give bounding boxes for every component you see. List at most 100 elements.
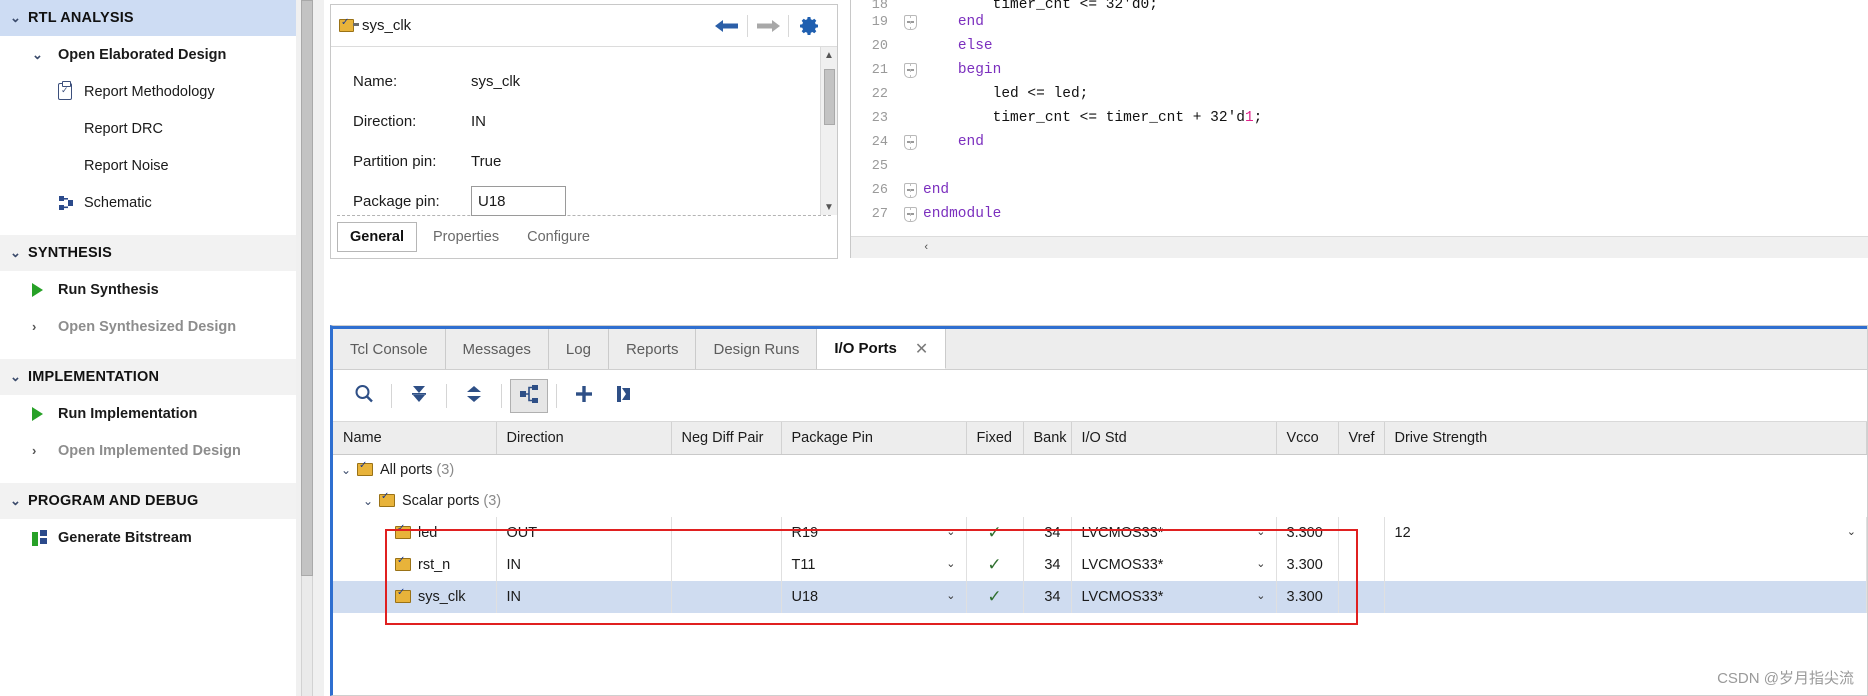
chevron-down-icon[interactable]: ⌄: [10, 369, 28, 385]
cell-fixed[interactable]: ✓: [966, 516, 1024, 549]
chevron-down-icon[interactable]: ⌄: [32, 47, 50, 63]
table-row[interactable]: rst_nIN T11⌄ ✓ 34LVCMOS33*⌄3.300: [333, 548, 1867, 581]
tab-general[interactable]: General: [337, 222, 417, 252]
table-group-row[interactable]: ⌄ Scalar ports (3): [333, 486, 1867, 517]
cell-bank[interactable]: 34: [1023, 548, 1072, 581]
chevron-down-icon[interactable]: ⌄: [1256, 525, 1265, 538]
sidebar-item-open-elaborated-design[interactable]: ⌄ Open Elaborated Design: [0, 36, 296, 73]
chevron-down-icon[interactable]: ⌄: [1847, 525, 1856, 538]
cell-neg-diff-pair[interactable]: [671, 580, 782, 613]
scroll-down-icon[interactable]: ▼: [821, 199, 837, 215]
add-button[interactable]: [565, 379, 603, 413]
column-header-neg-diff-pair[interactable]: Neg Diff Pair: [671, 422, 782, 455]
cell-vref[interactable]: [1338, 548, 1385, 581]
cell-io-std[interactable]: LVCMOS33* ⌄: [1071, 516, 1277, 549]
column-header-drive-strength[interactable]: Drive Strength: [1384, 422, 1867, 455]
cell-package-pin[interactable]: R19 ⌄: [781, 516, 967, 549]
chevron-down-icon[interactable]: ⌄: [10, 493, 28, 509]
chevron-down-icon[interactable]: ⌄: [10, 245, 28, 261]
sidebar-item-report-drc[interactable]: Report DRC: [0, 110, 296, 147]
sidebar-item-open-implemented-design[interactable]: › Open Implemented Design: [0, 432, 296, 469]
forward-button[interactable]: [748, 11, 788, 41]
sidebar-section-synthesis[interactable]: ⌄ SYNTHESIS: [0, 235, 296, 271]
tab-log[interactable]: Log: [549, 329, 609, 369]
column-header-package-pin[interactable]: Package Pin: [781, 422, 967, 455]
cell-direction[interactable]: OUT: [496, 516, 672, 549]
column-header-direction[interactable]: Direction: [496, 422, 672, 455]
tab-reports[interactable]: Reports: [609, 329, 697, 369]
cell-neg-diff-pair[interactable]: [671, 548, 782, 581]
column-header-fixed[interactable]: Fixed: [966, 422, 1024, 455]
sidebar-scrollbar[interactable]: [296, 0, 324, 696]
cell-name[interactable]: led: [333, 516, 497, 549]
cell-vcco[interactable]: 3.300: [1276, 516, 1339, 549]
collapse-all-button[interactable]: [400, 379, 438, 413]
sidebar-section-rtl-analysis[interactable]: ⌄ RTL ANALYSIS: [0, 0, 296, 36]
cell-bank[interactable]: 34: [1023, 516, 1072, 549]
sidebar-item-report-methodology[interactable]: Report Methodology: [0, 73, 296, 110]
scroll-left-icon[interactable]: ‹: [923, 242, 930, 254]
tab-design-runs[interactable]: Design Runs: [696, 329, 818, 369]
cell-drive-strength[interactable]: [1384, 548, 1867, 581]
cell-package-pin[interactable]: U18 ⌄: [781, 580, 967, 613]
close-icon[interactable]: ✕: [915, 339, 928, 359]
hierarchy-button[interactable]: [510, 378, 548, 413]
cell-drive-strength[interactable]: [1384, 580, 1867, 613]
chevron-right-icon[interactable]: ›: [32, 443, 50, 458]
tab-i-o-ports[interactable]: I/O Ports ✕: [817, 329, 947, 369]
column-header-name[interactable]: Name: [333, 422, 497, 455]
sidebar-section-implementation[interactable]: ⌄ IMPLEMENTATION: [0, 359, 296, 395]
sidebar-item-report-noise[interactable]: Report Noise: [0, 147, 296, 184]
chevron-right-icon[interactable]: ›: [32, 319, 50, 334]
properties-scrollbar[interactable]: ▲ ▼: [820, 47, 837, 215]
verilog-code-editor[interactable]: 18 timer_cnt <= 32'd0; 19 end 20 else 21 be…: [850, 0, 1868, 258]
chevron-down-icon[interactable]: ⌄: [10, 10, 28, 26]
table-row[interactable]: sys_clkIN U18⌄ ✓ 34LVCMOS33*⌄3.300: [333, 580, 1867, 613]
sidebar-scrollbar-thumb[interactable]: [301, 0, 313, 576]
cell-direction[interactable]: IN: [496, 548, 672, 581]
cell-bank[interactable]: 34: [1023, 580, 1072, 613]
column-header-i-o-std[interactable]: I/O Std: [1071, 422, 1277, 455]
table-row[interactable]: ledOUT R19⌄ ✓ 34LVCMOS33*⌄3.300 12⌄: [333, 516, 1867, 549]
cell-vcco[interactable]: 3.300: [1276, 548, 1339, 581]
back-button[interactable]: [707, 11, 747, 41]
cell-vcco[interactable]: 3.300: [1276, 580, 1339, 613]
column-header-vcco[interactable]: Vcco: [1276, 422, 1339, 455]
export-button[interactable]: [605, 379, 643, 413]
search-button[interactable]: [345, 379, 383, 413]
chevron-down-icon[interactable]: ⌄: [946, 589, 955, 602]
table-group-row[interactable]: ⌄ All ports (3): [333, 455, 1867, 486]
sidebar-item-open-synthesized-design[interactable]: › Open Synthesized Design: [0, 308, 296, 345]
cell-neg-diff-pair[interactable]: [671, 516, 782, 549]
cell-package-pin[interactable]: T11 ⌄: [781, 548, 967, 581]
cell-name[interactable]: rst_n: [333, 548, 497, 581]
cell-fixed[interactable]: ✓: [966, 580, 1024, 613]
tab-configure[interactable]: Configure: [515, 223, 602, 251]
chevron-down-icon[interactable]: ⌄: [946, 525, 955, 538]
chevron-down-icon[interactable]: ⌄: [341, 463, 357, 477]
cell-fixed[interactable]: ✓: [966, 548, 1024, 581]
cell-io-std[interactable]: LVCMOS33* ⌄: [1071, 580, 1277, 613]
column-header-vref[interactable]: Vref: [1338, 422, 1385, 455]
chevron-down-icon[interactable]: ⌄: [1256, 557, 1265, 570]
sidebar-section-program-and-debug[interactable]: ⌄ PROGRAM AND DEBUG: [0, 483, 296, 519]
sidebar-item-run-implementation[interactable]: Run Implementation: [0, 395, 296, 432]
chevron-down-icon[interactable]: ⌄: [363, 494, 379, 508]
tab-tcl-console[interactable]: Tcl Console: [333, 329, 446, 369]
cell-vref[interactable]: [1338, 580, 1385, 613]
sidebar-item-generate-bitstream[interactable]: Generate Bitstream: [0, 519, 296, 556]
sidebar-item-run-synthesis[interactable]: Run Synthesis: [0, 271, 296, 308]
cell-name[interactable]: sys_clk: [333, 580, 497, 613]
settings-button[interactable]: [789, 11, 829, 41]
cell-direction[interactable]: IN: [496, 580, 672, 613]
sidebar-item-schematic[interactable]: Schematic: [0, 184, 296, 221]
cell-drive-strength[interactable]: 12 ⌄: [1384, 516, 1867, 549]
cell-vref[interactable]: [1338, 516, 1385, 549]
cell-io-std[interactable]: LVCMOS33* ⌄: [1071, 548, 1277, 581]
package-pin-input[interactable]: U18: [471, 186, 566, 216]
code-horizontal-scrollbar[interactable]: ‹: [851, 236, 1868, 258]
column-header-bank[interactable]: Bank: [1023, 422, 1072, 455]
scroll-up-icon[interactable]: ▲: [821, 47, 837, 63]
tab-messages[interactable]: Messages: [446, 329, 549, 369]
chevron-down-icon[interactable]: ⌄: [1256, 589, 1265, 602]
